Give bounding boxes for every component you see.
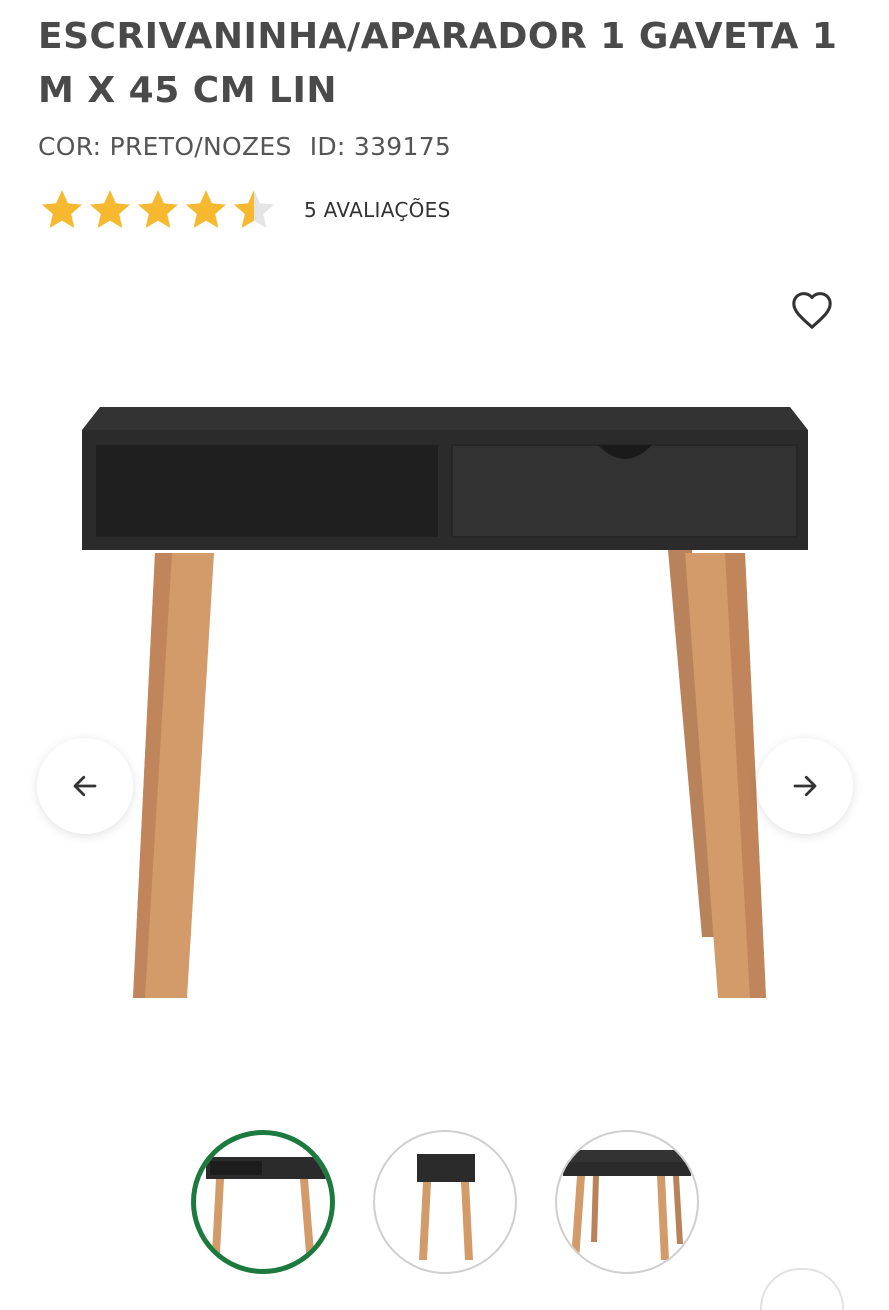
star-icon	[234, 190, 274, 228]
product-color: COR: PRETO/NOZES	[38, 132, 292, 161]
gallery-next-button[interactable]	[757, 738, 853, 834]
arrow-right-icon	[793, 775, 817, 797]
favorite-button[interactable]	[786, 284, 838, 336]
rating-stars	[38, 186, 278, 234]
product-id: ID: 339175	[309, 132, 452, 161]
gallery-prev-button[interactable]	[37, 738, 133, 834]
gallery-thumbnail-1[interactable]	[191, 1130, 335, 1274]
star-icon	[138, 190, 178, 228]
product-meta: COR: PRETO/NOZES ID: 339175	[38, 132, 451, 161]
gallery-thumbnail-3[interactable]	[555, 1130, 699, 1274]
product-rating[interactable]: 5 AVALIAÇÕES	[38, 186, 451, 234]
reviews-link[interactable]: 5 AVALIAÇÕES	[304, 198, 451, 222]
arrow-left-icon	[73, 775, 97, 797]
star-icon	[186, 190, 226, 228]
partial-control-edge	[760, 1268, 844, 1310]
gallery-thumbnail-2[interactable]	[373, 1130, 517, 1274]
heart-outline-icon	[792, 292, 832, 329]
product-main-image	[70, 395, 820, 1009]
star-icon	[42, 190, 82, 228]
star-icon	[90, 190, 130, 228]
product-title: ESCRIVANINHA/APARADOR 1 GAVETA 1 M X 45 …	[38, 16, 838, 111]
